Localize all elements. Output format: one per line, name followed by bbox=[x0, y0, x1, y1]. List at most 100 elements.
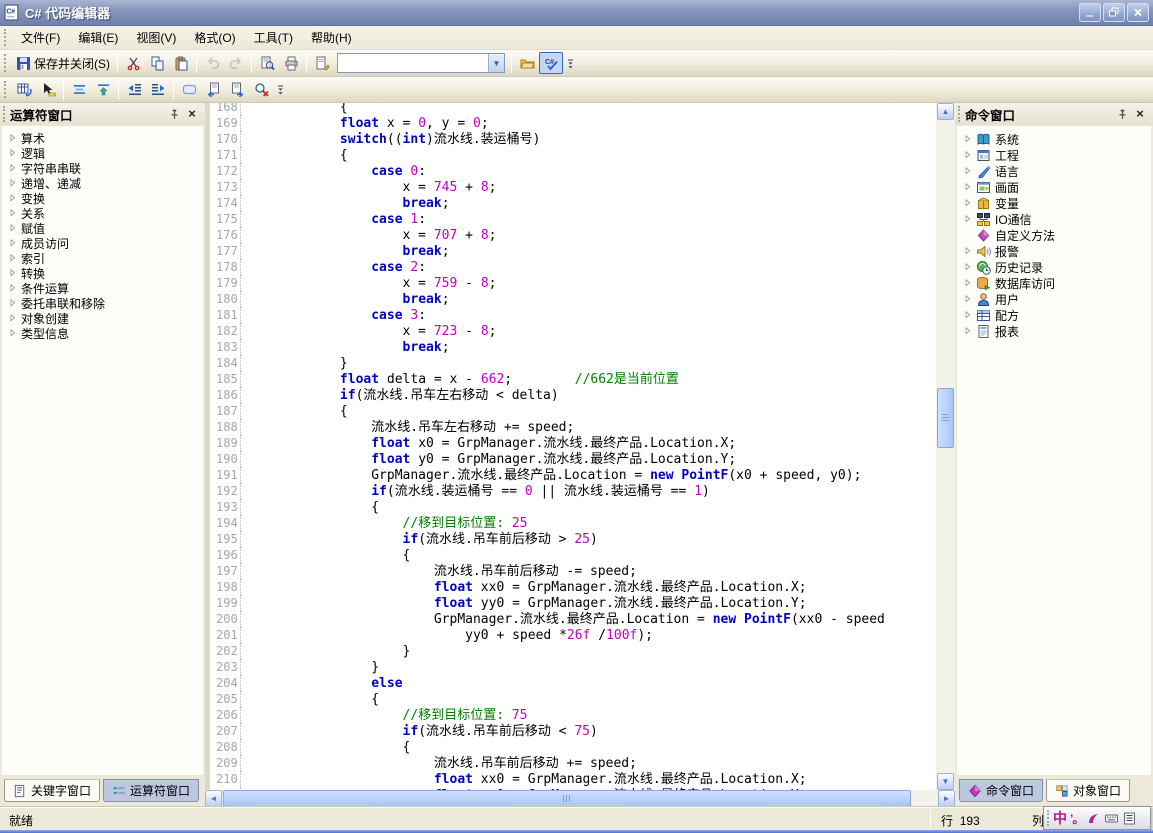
expander-icon[interactable] bbox=[8, 283, 19, 294]
outdent-button[interactable] bbox=[122, 79, 146, 101]
undo-button[interactable] bbox=[200, 52, 224, 74]
select-button[interactable] bbox=[36, 79, 60, 101]
operator-tree-item[interactable]: 成员访问 bbox=[2, 236, 203, 251]
toolbar-main-grip[interactable] bbox=[4, 54, 8, 72]
right-panel-tab[interactable]: 命令窗口 bbox=[959, 779, 1043, 802]
command-tree-item[interactable]: 数据库访问 bbox=[957, 275, 1151, 291]
expander-icon[interactable] bbox=[8, 193, 19, 204]
expander-icon[interactable] bbox=[8, 328, 19, 339]
horizontal-scrollbar[interactable]: ◄ ► bbox=[205, 790, 955, 807]
scroll-down-button[interactable]: ▼ bbox=[937, 773, 954, 790]
menu-item-1[interactable]: 编辑(E) bbox=[69, 26, 127, 49]
operator-tree-item[interactable]: 转换 bbox=[2, 266, 203, 281]
vertical-scroll-thumb[interactable] bbox=[937, 388, 954, 448]
align-top-button[interactable] bbox=[91, 79, 115, 101]
command-tree-item[interactable]: 配方 bbox=[957, 307, 1151, 323]
scroll-right-button[interactable]: ► bbox=[938, 790, 955, 807]
operator-tree-item[interactable]: 字符串串联 bbox=[2, 161, 203, 176]
operator-tree-item[interactable]: 条件运算 bbox=[2, 281, 203, 296]
panel-close-icon[interactable]: × bbox=[1132, 107, 1148, 122]
redo-button[interactable] bbox=[224, 52, 248, 74]
command-tree-item[interactable]: 变量 bbox=[957, 195, 1151, 211]
save-and-close-button[interactable]: 保存并关闭(S) bbox=[12, 52, 114, 74]
pin-icon[interactable] bbox=[166, 107, 182, 122]
expander-icon[interactable] bbox=[963, 198, 974, 209]
expander-icon[interactable] bbox=[8, 208, 19, 219]
operator-tree-item[interactable]: 逻辑 bbox=[2, 146, 203, 161]
expander-icon[interactable] bbox=[963, 278, 974, 289]
expander-icon[interactable] bbox=[963, 246, 974, 257]
expander-icon[interactable] bbox=[8, 223, 19, 234]
scroll-left-button[interactable]: ◄ bbox=[205, 790, 222, 807]
vertical-scrollbar[interactable]: ▲ ▼ bbox=[936, 103, 955, 790]
expander-icon[interactable] bbox=[8, 163, 19, 174]
page-prev-button[interactable] bbox=[201, 79, 225, 101]
command-tree-item[interactable]: 报警 bbox=[957, 243, 1151, 259]
insert-table-button[interactable] bbox=[12, 79, 36, 101]
left-panel-tab[interactable]: 运算符窗口 bbox=[103, 779, 199, 802]
ime-keyboard-icon[interactable] bbox=[1104, 811, 1119, 826]
operator-tree-item[interactable]: 赋值 bbox=[2, 221, 203, 236]
ime-grip[interactable] bbox=[1047, 810, 1050, 825]
indent-button[interactable] bbox=[146, 79, 170, 101]
menu-item-3[interactable]: 格式(O) bbox=[185, 26, 244, 49]
operator-tree-item[interactable]: 类型信息 bbox=[2, 326, 203, 341]
expander-icon[interactable] bbox=[963, 134, 974, 145]
toolbar-overflow-button[interactable] bbox=[274, 79, 287, 101]
align-button[interactable] bbox=[67, 79, 91, 101]
operator-tree-item[interactable]: 递增、递减 bbox=[2, 176, 203, 191]
page-next-button[interactable] bbox=[225, 79, 249, 101]
expander-icon[interactable] bbox=[963, 310, 974, 321]
left-panel-tab[interactable]: 关键字窗口 bbox=[4, 779, 100, 802]
expander-icon[interactable] bbox=[8, 298, 19, 309]
ime-punctuation-icon[interactable]: ’。 bbox=[1070, 810, 1083, 827]
restore-button[interactable] bbox=[1103, 3, 1125, 22]
print-preview-button[interactable] bbox=[255, 52, 279, 74]
horizontal-scroll-thumb[interactable] bbox=[223, 790, 911, 807]
menu-item-4[interactable]: 工具(T) bbox=[245, 26, 302, 49]
menu-item-2[interactable]: 视图(V) bbox=[127, 26, 185, 49]
command-tree-item[interactable]: 历史记录 bbox=[957, 259, 1151, 275]
expander-icon[interactable] bbox=[963, 150, 974, 161]
operator-tree-item[interactable]: 关系 bbox=[2, 206, 203, 221]
toolbar-overflow-button[interactable] bbox=[564, 52, 577, 74]
command-tree-item[interactable]: 语言 bbox=[957, 163, 1151, 179]
find-button[interactable] bbox=[310, 52, 334, 74]
cut-button[interactable] bbox=[121, 52, 145, 74]
ime-language-bar[interactable]: 中 ’。 bbox=[1043, 806, 1151, 830]
command-tree-item[interactable]: 画面 bbox=[957, 179, 1151, 195]
expander-icon[interactable] bbox=[8, 253, 19, 264]
expander-icon[interactable] bbox=[8, 178, 19, 189]
operator-tree-item[interactable]: 变换 bbox=[2, 191, 203, 206]
operator-tree-item[interactable]: 委托串联和移除 bbox=[2, 296, 203, 311]
command-tree-item[interactable]: 系统 bbox=[957, 131, 1151, 147]
command-tree-item[interactable]: 自定义方法 bbox=[957, 227, 1151, 243]
expander-icon[interactable] bbox=[8, 148, 19, 159]
expander-icon[interactable] bbox=[963, 166, 974, 177]
expander-icon[interactable] bbox=[963, 214, 974, 225]
expander-icon[interactable] bbox=[963, 294, 974, 305]
zoom-cancel-button[interactable] bbox=[249, 79, 273, 101]
menu-item-0[interactable]: 文件(F) bbox=[12, 26, 69, 49]
ime-mode-indicator[interactable]: 中 bbox=[1053, 808, 1067, 828]
expander-icon[interactable] bbox=[8, 313, 19, 324]
operator-tree-item[interactable]: 索引 bbox=[2, 251, 203, 266]
command-tree-item[interactable]: 报表 bbox=[957, 323, 1151, 339]
combo-dropdown-icon[interactable]: ▼ bbox=[488, 54, 504, 72]
operator-tree-item[interactable]: 算术 bbox=[2, 131, 203, 146]
paste-button[interactable] bbox=[169, 52, 193, 74]
panel-close-icon[interactable]: × bbox=[184, 107, 200, 122]
expander-icon[interactable] bbox=[963, 326, 974, 337]
open-button[interactable] bbox=[515, 52, 539, 74]
code-editor[interactable]: 168 {169 float x = 0, y = 0;170 switch((… bbox=[205, 103, 936, 790]
right-panel-tab[interactable]: 对象窗口 bbox=[1046, 779, 1130, 802]
expander-icon[interactable] bbox=[8, 133, 19, 144]
toolbar-edit-grip[interactable] bbox=[4, 81, 8, 99]
ime-menu-icon[interactable] bbox=[1122, 811, 1137, 826]
copy-button[interactable] bbox=[145, 52, 169, 74]
command-tree-item[interactable]: 用户 bbox=[957, 291, 1151, 307]
menu-item-5[interactable]: 帮助(H) bbox=[302, 26, 361, 49]
print-button[interactable] bbox=[279, 52, 303, 74]
command-tree-item[interactable]: 工程 bbox=[957, 147, 1151, 163]
menubar-grip[interactable] bbox=[4, 29, 8, 45]
